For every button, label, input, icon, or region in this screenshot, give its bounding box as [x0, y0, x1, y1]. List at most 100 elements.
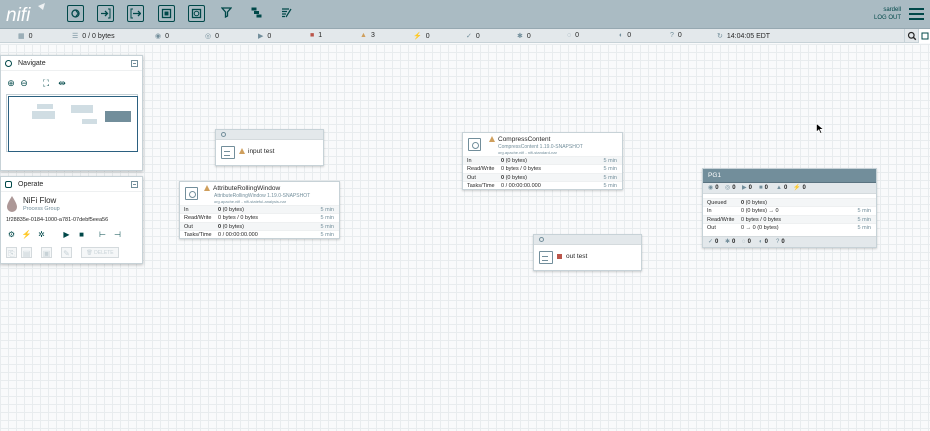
up-to-date-icon: ✓	[466, 33, 472, 40]
locally-modified-stale-icon: ◐	[619, 32, 624, 39]
enable-icon[interactable]: ⚡	[21, 229, 32, 240]
up-to-date-icon: ✓	[708, 239, 714, 245]
processor-compress-content[interactable]: CompressContent CompressContent 1.19.0-S…	[462, 132, 623, 190]
process-group-pg1[interactable]: PG1 ◉ 0 ◎ 0 ▶ 0 ■ 0 ▲ 0 ⚡ 0 Queued 0 (0 bytes) …	[702, 168, 877, 248]
disable-icon[interactable]: ✲	[36, 229, 47, 240]
logout-link[interactable]: LOG OUT	[874, 14, 901, 22]
stop-icon[interactable]: ■	[76, 229, 87, 240]
operate-type: Process Group	[23, 206, 60, 212]
fit-icon[interactable]: ⛶	[41, 78, 51, 88]
status-stale: ◌ 0	[567, 32, 580, 39]
hand-icon	[5, 181, 12, 188]
create-template-icon[interactable]: ⊢	[97, 229, 108, 240]
navigate-title: Navigate	[18, 60, 46, 67]
flow-status-bar: ▦ 0 ☰ 0 / 0 bytes ◉ 0 ◎ 0 ▶ 0 ■ 1 ▲ 3 ⚡ 0 ✓ 0 ✱ 0 …	[0, 29, 930, 43]
processor-name: AttributeRollingWindow	[213, 185, 281, 192]
global-menu-icon[interactable]	[909, 8, 924, 20]
processor-name: CompressContent	[498, 136, 551, 143]
birdseye-view[interactable]	[6, 94, 138, 152]
not-transmitting-icon: ◎	[725, 185, 731, 191]
output-port[interactable]: out test	[533, 234, 642, 271]
processor-icon	[185, 187, 198, 200]
warning-icon	[489, 136, 495, 143]
navigate-header[interactable]: Navigate	[1, 56, 142, 71]
processor-attribute-rolling-window[interactable]: AttributeRollingWindow AttributeRollingW…	[179, 181, 340, 239]
start-icon[interactable]: ▶	[61, 229, 72, 240]
flow-canvas[interactable]: Navigate ⊕ ⊖ ⛶ ⇹ Operate NiFi Flow Proce…	[0, 44, 930, 431]
running-icon: ▶	[742, 185, 747, 191]
compass-icon	[5, 60, 12, 67]
stale-icon: ◌	[567, 32, 572, 39]
not-transmitting-icon: ◎	[205, 33, 212, 40]
processor-icon[interactable]	[67, 5, 84, 22]
copy-icon: ⎘	[6, 247, 17, 258]
funnel-icon[interactable]	[219, 5, 236, 22]
output-port-icon[interactable]	[127, 5, 144, 22]
queued-icon: ☰	[72, 33, 79, 40]
status-stopped: ■ 1	[310, 32, 323, 39]
operate-panel: Operate NiFi Flow Process Group 1f28835e…	[0, 176, 143, 264]
running-icon: ▶	[258, 33, 264, 40]
stat-row-rw: Read/Write 0 bytes / 0 bytes 5 min	[463, 164, 622, 172]
stat-row-out: Out 0 (0 bytes) 5 min	[180, 221, 339, 230]
stat-row-out: Out 0 (0 bytes) 5 min	[463, 172, 622, 181]
sync-failure-icon: ?	[776, 239, 780, 245]
top-toolbar: nifi sardell LOG OUT	[0, 0, 930, 29]
stopped-icon: ■	[759, 185, 763, 191]
stopped-icon: ■	[310, 32, 315, 39]
search-button[interactable]	[904, 29, 918, 43]
stat-row-tasks: Tasks/Time 0 / 00:00:00.000 5 min	[463, 180, 622, 189]
zoom-in-icon[interactable]: ⊕	[6, 78, 16, 88]
input-port[interactable]: input test	[215, 129, 324, 166]
refresh-icon: ↻	[717, 33, 723, 40]
transmission-icon	[221, 132, 226, 137]
template-icon[interactable]	[249, 5, 266, 22]
status-not-transmitting: ◎ 0	[205, 33, 220, 40]
invalid-icon: ▲	[360, 32, 367, 39]
zoom-out-icon[interactable]: ⊖	[19, 78, 29, 88]
status-cluster: ▦ 0	[18, 33, 33, 40]
group-icon: ▣	[41, 247, 52, 258]
search-icon	[907, 31, 917, 41]
process-group-version-counts: ✓ 0 ✱ 0 ◌ 0 ◐ 0 ? 0	[703, 236, 876, 247]
process-group-stats: Queued 0 (0 bytes) In 0 (0 bytes) → 05 min…	[703, 198, 876, 231]
locally-modified-stale-icon: ◐	[759, 239, 763, 245]
configure-gear-icon[interactable]: ⚙	[6, 229, 17, 240]
processor-stats: In 0 (0 bytes) 5 min Read/Write 0 bytes / 0…	[463, 156, 622, 189]
processor-stats: In 0 (0 bytes) 5 min Read/Write 0 bytes / 0…	[180, 205, 339, 238]
output-port-icon	[539, 251, 553, 264]
paste-icon: ▤	[21, 247, 32, 258]
operate-title: Operate	[18, 181, 44, 188]
process-group-icon[interactable]	[158, 5, 175, 22]
viewport-rect[interactable]	[8, 96, 138, 152]
collapse-icon[interactable]	[131, 60, 138, 67]
disabled-icon: ⚡	[413, 33, 422, 40]
input-port-name: input test	[248, 148, 275, 155]
operate-header[interactable]: Operate	[1, 177, 142, 192]
stat-row-in: In 0 (0 bytes) 5 min	[463, 156, 622, 165]
stat-row-out: Out 0 → 0 (0 bytes) 5 min	[703, 222, 876, 231]
operate-name: NiFi Flow	[23, 196, 57, 205]
status-refresh[interactable]: ↻ 14:04:05 EDT	[717, 32, 770, 40]
bulletin-icon	[921, 32, 929, 40]
cluster-icon: ▦	[18, 33, 25, 40]
process-group-name: PG1	[708, 172, 722, 179]
status-sync-failure: ? 0	[670, 32, 682, 39]
collapse-icon[interactable]	[131, 181, 138, 188]
processor-bundle: org.apache.nifi - nifi-stateful-analysis…	[214, 199, 287, 204]
upload-template-icon[interactable]: ⊣	[112, 229, 123, 240]
flow-config-button[interactable]	[918, 29, 930, 43]
sync-failure-icon: ?	[670, 32, 674, 39]
stat-row-tasks: Tasks/Time 0 / 00:00:00.000 5 min	[180, 229, 339, 238]
stat-row-in: In 0 (0 bytes) → 05 min	[703, 206, 876, 214]
input-port-icon	[221, 146, 235, 159]
actual-size-icon[interactable]: ⇹	[57, 78, 67, 88]
label-icon[interactable]	[279, 5, 296, 22]
nifi-logo: nifi	[6, 3, 45, 25]
remote-process-group-icon[interactable]	[188, 5, 205, 22]
status-locally-modified: ✱ 0	[517, 33, 531, 40]
process-group-component-counts: ◉ 0 ◎ 0 ▶ 0 ■ 0 ▲ 0 ⚡ 0	[703, 183, 876, 194]
stat-row-in: In 0 (0 bytes) 5 min	[180, 205, 339, 214]
input-port-icon[interactable]	[97, 5, 114, 22]
color-icon: ✎	[61, 247, 72, 258]
